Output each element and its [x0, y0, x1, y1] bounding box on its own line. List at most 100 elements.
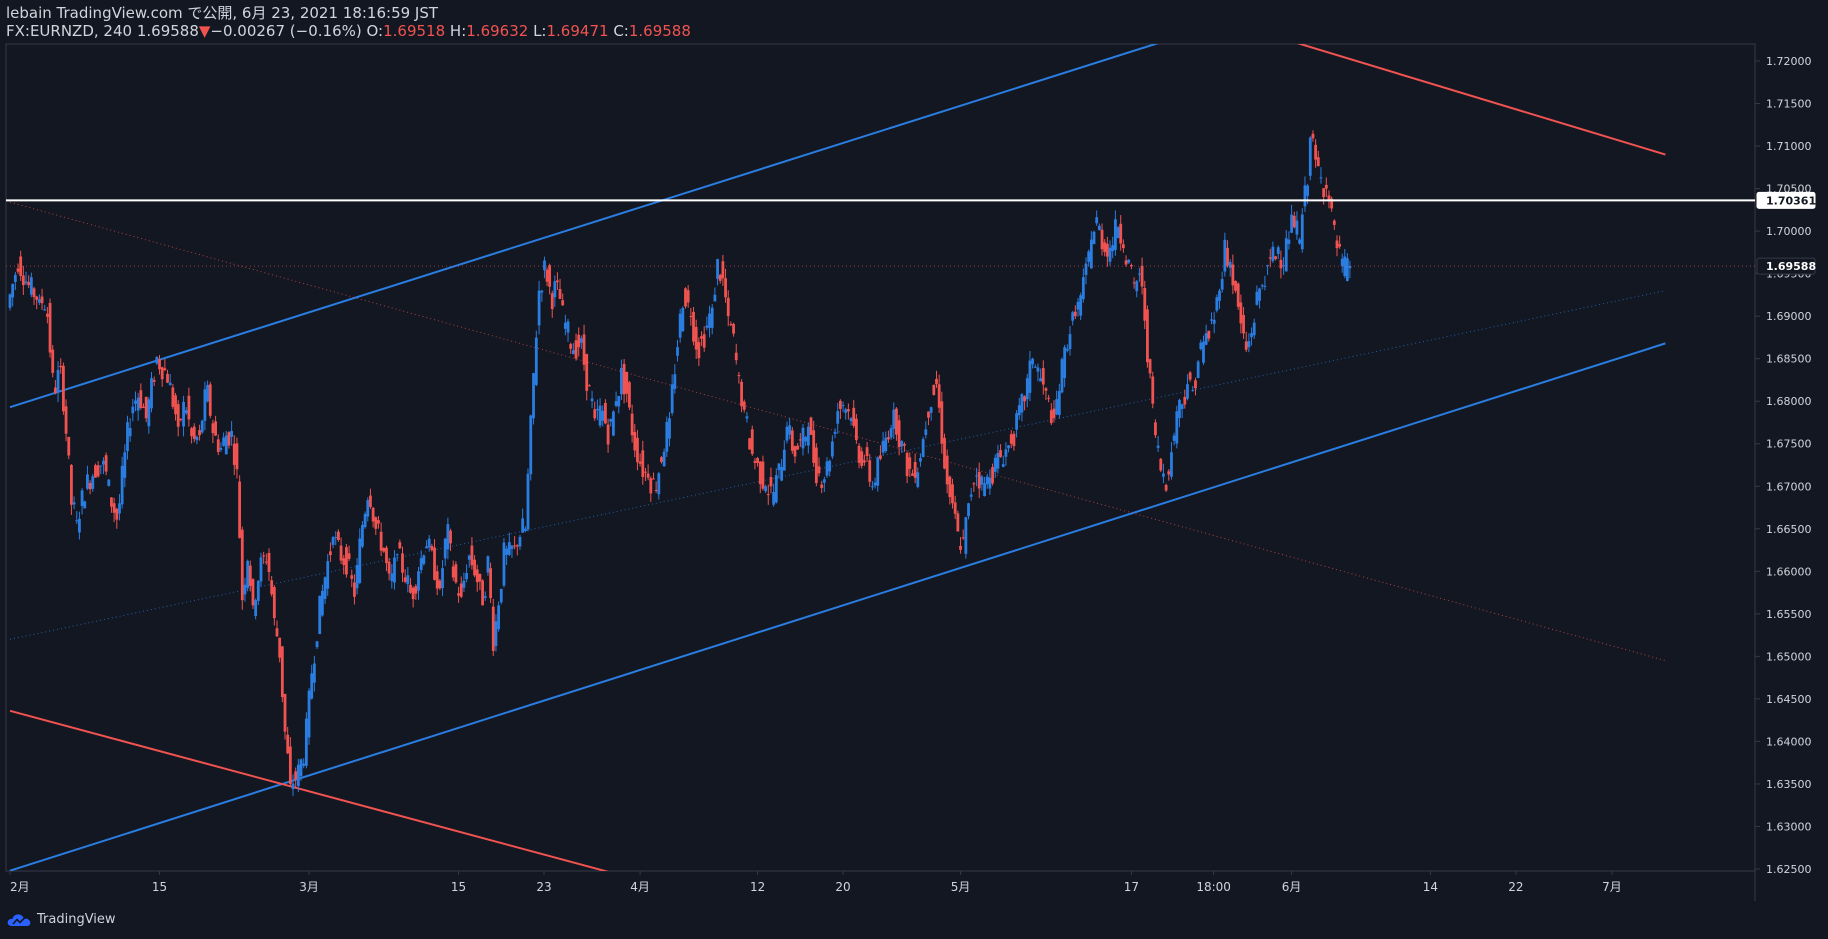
candle-body	[673, 374, 677, 389]
tradingview-logo[interactable]: TradingView	[6, 909, 116, 931]
candle-body	[1047, 397, 1051, 399]
candle-body	[620, 367, 623, 395]
candle-body	[67, 436, 71, 456]
candle-body	[1119, 223, 1123, 244]
candle-body	[1079, 295, 1083, 316]
candle-body	[750, 429, 754, 454]
candle-body	[1287, 239, 1291, 244]
candle-body	[1178, 399, 1181, 419]
candle-body	[956, 513, 960, 532]
candle-body	[222, 437, 225, 446]
candle-body	[991, 467, 994, 484]
candle-body	[371, 507, 375, 522]
candle-body	[1274, 256, 1277, 259]
candle-body	[1036, 367, 1040, 372]
candle-body	[889, 428, 893, 438]
candle-body	[604, 402, 607, 424]
candle-body	[822, 479, 826, 483]
candle-body	[299, 759, 303, 777]
candle-body	[515, 545, 519, 547]
candle-body	[454, 564, 458, 583]
y-tick-label: 1.69000	[1766, 310, 1812, 323]
candle-body	[887, 437, 890, 440]
candle-body	[681, 308, 685, 332]
candle-body	[433, 547, 436, 580]
candle-body	[417, 571, 420, 591]
candle-body	[545, 269, 549, 282]
candle-body	[1044, 388, 1048, 391]
candle-body	[649, 478, 653, 494]
candle-body	[1170, 452, 1173, 477]
candle-body	[748, 438, 751, 450]
candle-body	[534, 337, 538, 385]
plot-area[interactable]	[6, 40, 1755, 874]
candle-body	[660, 457, 663, 462]
candle-body	[1338, 244, 1342, 247]
candle-body	[852, 407, 856, 426]
candle-body	[1073, 311, 1077, 317]
candle-body	[192, 426, 196, 439]
candle-body	[166, 373, 169, 383]
candle-body	[1023, 396, 1026, 402]
candle-body	[806, 426, 810, 446]
candle-body	[401, 553, 404, 573]
candle-body	[1247, 341, 1251, 348]
candle-body	[782, 449, 786, 471]
candle-body	[80, 490, 84, 506]
candle-body	[182, 401, 185, 427]
candle-body	[1015, 413, 1018, 430]
candle-body	[320, 590, 324, 616]
candle-body	[729, 324, 733, 326]
candle-body	[1172, 435, 1176, 441]
candle-body	[1065, 348, 1069, 351]
candle-body	[985, 476, 989, 485]
candle-body	[1033, 366, 1037, 368]
candle-body	[742, 401, 746, 410]
candle-body	[908, 457, 912, 469]
candle-body	[1009, 434, 1013, 444]
candle-body	[705, 325, 709, 328]
candle-body	[126, 422, 129, 452]
candle-body	[1031, 358, 1035, 365]
candle-body	[286, 734, 290, 754]
candle-body	[622, 363, 626, 395]
candle-body	[644, 471, 647, 473]
candle-body	[1111, 245, 1115, 252]
candle-body	[115, 508, 119, 520]
candle-body	[256, 581, 260, 601]
candle-body	[198, 430, 201, 436]
candle-body	[785, 426, 789, 441]
candle-body	[291, 783, 295, 790]
candle-body	[219, 447, 223, 450]
candle-body	[587, 385, 591, 387]
candle-body	[772, 492, 776, 505]
candle-body	[943, 437, 946, 469]
candle-body	[102, 460, 105, 465]
candle-body	[953, 502, 957, 514]
candle-body	[948, 476, 952, 498]
candle-body	[1138, 273, 1141, 275]
candle-body	[964, 517, 968, 554]
candle-body	[449, 530, 452, 544]
candle-body	[721, 261, 725, 279]
candle-body	[1039, 378, 1043, 382]
candle-body	[288, 746, 292, 784]
candle-body	[355, 565, 359, 589]
y-tick-label: 1.64500	[1766, 693, 1812, 706]
candle-body	[1191, 390, 1195, 392]
candle-body	[911, 473, 914, 476]
price-chart[interactable]: 1.720001.715001.710001.705001.700001.695…	[0, 0, 1828, 905]
candle-body	[323, 577, 327, 599]
candle-body	[625, 371, 629, 394]
candle-body	[502, 542, 506, 586]
candle-body	[1135, 281, 1139, 292]
candle-body	[238, 481, 242, 538]
candle-body	[409, 584, 412, 593]
candle-body	[232, 443, 236, 465]
candle-body	[294, 771, 298, 780]
candle-body	[1188, 372, 1192, 380]
candle-body	[475, 569, 479, 583]
candle-body	[214, 421, 217, 436]
x-tick-label: 3月	[299, 880, 319, 894]
candle-body	[422, 555, 426, 564]
